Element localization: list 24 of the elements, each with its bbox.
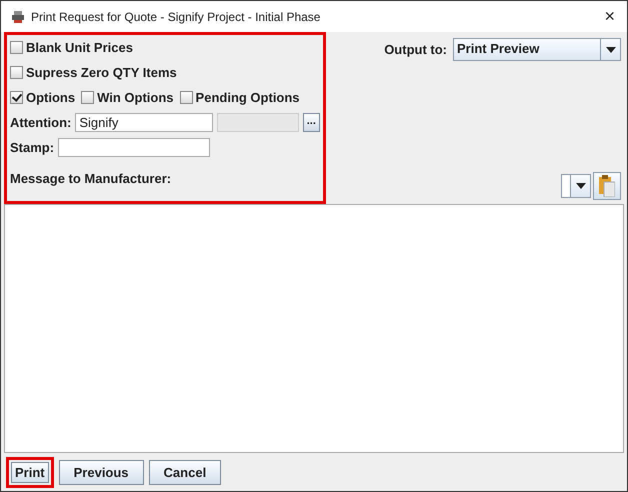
- paste-button[interactable]: [593, 172, 621, 200]
- field-label: Output to:: [384, 42, 447, 57]
- dialog-button[interactable]: Previous: [58, 460, 144, 484]
- printer-icon: [11, 10, 25, 24]
- browse-button[interactable]: ...: [302, 113, 320, 132]
- close-button[interactable]: ×: [602, 6, 617, 27]
- checkbox[interactable]: Supress Zero QTY Items: [10, 63, 320, 82]
- checkbox[interactable]: Options: [10, 88, 76, 107]
- checkbox[interactable]: Win Options: [81, 88, 174, 107]
- output-dropdown[interactable]: Print Preview: [453, 38, 621, 61]
- dropdown[interactable]: [561, 174, 591, 198]
- dropdown-arrow-icon: [576, 183, 586, 189]
- print-button[interactable]: Print: [11, 462, 49, 482]
- field-label: Stamp:: [10, 140, 54, 155]
- clipboard-icon: [599, 175, 615, 197]
- attention-field[interactable]: Signify: [75, 113, 214, 132]
- field-label: Attention:: [10, 115, 72, 130]
- stamp-field[interactable]: [58, 138, 210, 157]
- dialog-button[interactable]: Cancel: [148, 460, 222, 484]
- checkbox[interactable]: Blank Unit Prices: [10, 38, 320, 57]
- dropdown-arrow-icon: [606, 46, 616, 52]
- field-label: Message to Manufacturer:: [10, 171, 172, 186]
- checkbox[interactable]: Pending Options: [180, 88, 300, 107]
- window-title: Print Request for Quote - Signify Project - Initial Phase: [31, 10, 322, 24]
